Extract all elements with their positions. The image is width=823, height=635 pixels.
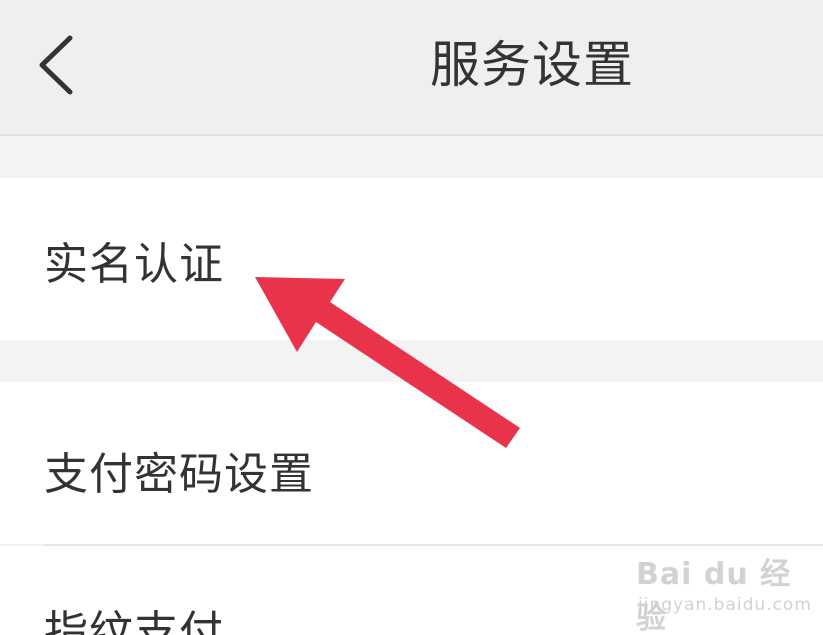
watermark-url: jingyan.baidu.com <box>638 595 812 615</box>
chevron-left-icon <box>39 35 73 95</box>
settings-item-label: 实名认证 <box>44 239 224 290</box>
watermark-logo: Bai du 经验 <box>636 557 792 635</box>
settings-item-real-name-auth[interactable]: 实名认证 <box>0 178 823 340</box>
section-gap <box>0 136 823 178</box>
section-gap <box>0 340 823 382</box>
back-button[interactable] <box>28 30 88 100</box>
page-title: 服务设置 <box>430 36 634 94</box>
service-settings-screen: 服务设置 实名认证 支付密码设置 指纹支付 Bai du 经验 jingyan.… <box>0 0 823 635</box>
settings-item-payment-password[interactable]: 支付密码设置 <box>0 382 823 544</box>
baidu-watermark: Bai du 经验 jingyan.baidu.com <box>630 545 820 635</box>
settings-item-label: 支付密码设置 <box>44 449 314 500</box>
nav-header: 服务设置 <box>0 0 823 136</box>
settings-item-label: 指纹支付 <box>44 607 224 635</box>
